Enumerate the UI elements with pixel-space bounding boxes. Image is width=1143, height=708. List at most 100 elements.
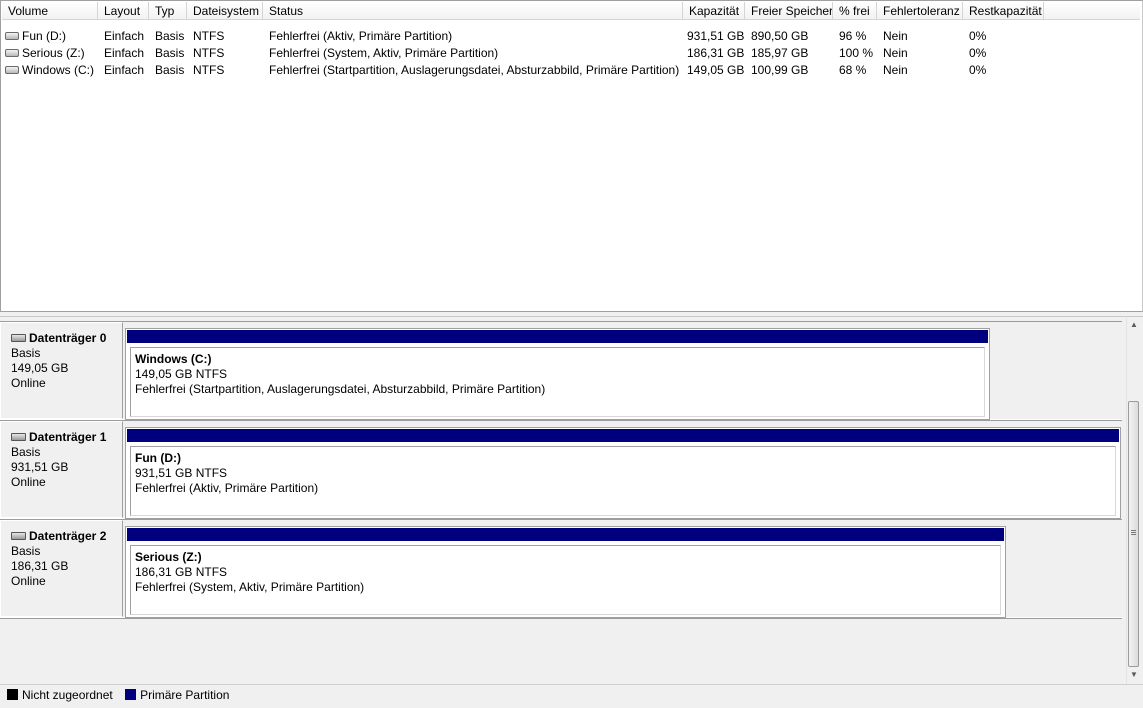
volume-row[interactable]: Fun (D:) Einfach Basis NTFS Fehlerfrei (… [2,28,1140,45]
capacity-cell: 149,05 GB [687,63,745,77]
volume-name: Fun (D:) [22,29,67,43]
volume-cell: Fun (D:) [5,28,98,45]
legend-label: Primäre Partition [140,688,230,702]
partition-details: Windows (C:) 149,05 GB NTFS Fehlerfrei (… [130,347,985,417]
disk-title: Datenträger 1 [29,430,107,444]
layout-cell: Einfach [104,63,145,77]
partition-size: 186,31 GB NTFS [135,565,228,579]
partition-details: Fun (D:) 931,51 GB NTFS Fehlerfrei (Akti… [130,446,1116,516]
disk-type: Basis [11,544,41,558]
disk-info[interactable]: Datenträger 2 Basis 186,31 GB Online [0,520,123,617]
fault-tolerance-cell: Nein [883,29,908,43]
disk-info[interactable]: Datenträger 1 Basis 931,51 GB Online [0,421,123,518]
disk-row-1[interactable]: Datenträger 1 Basis 931,51 GB Online Fun… [0,420,1122,519]
capacity-cell: 931,51 GB [687,29,745,43]
column-header-filesystem[interactable]: Dateisystem [187,2,263,20]
partition-size: 931,51 GB NTFS [135,466,228,480]
disk-state: Online [11,376,46,390]
status-cell: Fehlerfrei (System, Aktiv, Primäre Parti… [269,46,499,60]
status-cell: Fehlerfrei (Aktiv, Primäre Partition) [269,29,453,43]
column-header-status[interactable]: Status [263,2,683,20]
percent-free-cell: 96 % [839,29,867,43]
hard-disk-icon [11,531,26,540]
disk-size: 149,05 GB [11,361,69,375]
capacity-cell: 186,31 GB [687,46,745,60]
partition-name: Fun (D:) [135,451,181,465]
volume-name: Serious (Z:) [22,46,85,60]
volume-row[interactable]: Serious (Z:) Einfach Basis NTFS Fehlerfr… [2,45,1140,62]
disk-type: Basis [11,445,41,459]
scroll-up-icon[interactable]: ▲ [1127,318,1141,332]
legend: Nicht zugeordnet Primäre Partition [0,684,1143,708]
column-header-percent-free[interactable]: % frei [833,2,877,20]
type-cell: Basis [155,46,185,60]
grip-line [1131,532,1136,533]
column-header-overhead[interactable]: Restkapazität [963,2,1044,20]
overhead-cell: 0% [969,29,987,43]
column-header-capacity[interactable]: Kapazität [683,2,745,20]
disk-row-0[interactable]: Datenträger 0 Basis 149,05 GB Online Win… [0,321,1122,420]
disk-type: Basis [11,346,41,360]
partition-name: Serious (Z:) [135,550,202,564]
partition-serious[interactable]: Serious (Z:) 186,31 GB NTFS Fehlerfrei (… [125,526,1006,618]
disk-row-2[interactable]: Datenträger 2 Basis 186,31 GB Online Ser… [0,519,1122,618]
primary-partition-bar [127,429,1119,442]
disk-size: 931,51 GB [11,460,69,474]
column-header-layout[interactable]: Layout [98,2,149,20]
filesystem-cell: NTFS [193,63,225,77]
primary-partition-swatch [125,689,137,701]
legend-item-unallocated: Nicht zugeordnet [7,688,113,702]
overhead-cell: 0% [969,46,987,60]
volume-list[interactable]: Volume Layout Typ Dateisystem Status Kap… [0,0,1143,312]
partition-status: Fehlerfrei (System, Aktiv, Primäre Parti… [135,580,365,594]
column-header-free-space[interactable]: Freier Speicher [745,2,833,20]
divider [0,618,1122,619]
column-header-type[interactable]: Typ [149,2,187,20]
partition-status: Fehlerfrei (Aktiv, Primäre Partition) [135,481,319,495]
partition-fun[interactable]: Fun (D:) 931,51 GB NTFS Fehlerfrei (Akti… [125,427,1121,519]
drive-icon [5,48,19,57]
volume-list-header: Volume Layout Typ Dateisystem Status Kap… [2,2,1140,20]
layout-cell: Einfach [104,46,145,60]
volume-row[interactable]: Windows (C:) Einfach Basis NTFS Fehlerfr… [2,62,1140,79]
unallocated-swatch [7,689,18,701]
filesystem-cell: NTFS [193,29,225,43]
volume-name: Windows (C:) [22,63,95,77]
scroll-thumb[interactable] [1128,401,1139,667]
filesystem-cell: NTFS [193,46,225,60]
partition-size: 149,05 GB NTFS [135,367,228,381]
volume-cell: Serious (Z:) [5,45,98,62]
disk-map: Datenträger 0 Basis 149,05 GB Online Win… [0,317,1126,684]
legend-label: Nicht zugeordnet [22,688,113,702]
disk-title: Datenträger 0 [29,331,107,345]
fault-tolerance-cell: Nein [883,63,908,77]
column-header-fault-tolerance[interactable]: Fehlertoleranz [877,2,963,20]
status-cell: Fehlerfrei (Startpartition, Auslagerungs… [269,63,680,77]
free-space-cell: 185,97 GB [751,46,809,60]
disk-info[interactable]: Datenträger 0 Basis 149,05 GB Online [0,322,123,419]
hard-disk-icon [11,333,26,342]
disk-state: Online [11,574,46,588]
percent-free-cell: 100 % [839,46,874,60]
partition-details: Serious (Z:) 186,31 GB NTFS Fehlerfrei (… [130,545,1001,615]
free-space-cell: 100,99 GB [751,63,809,77]
fault-tolerance-cell: Nein [883,46,908,60]
grip-line [1131,530,1136,531]
partition-windows[interactable]: Windows (C:) 149,05 GB NTFS Fehlerfrei (… [125,328,990,420]
disk-state: Online [11,475,46,489]
free-space-cell: 890,50 GB [751,29,809,43]
layout-cell: Einfach [104,29,145,43]
primary-partition-bar [127,528,1004,541]
percent-free-cell: 68 % [839,63,867,77]
scroll-down-icon[interactable]: ▼ [1127,668,1141,682]
disk-size: 186,31 GB [11,559,69,573]
type-cell: Basis [155,29,185,43]
drive-icon [5,65,19,74]
legend-item-primary: Primäre Partition [125,688,229,702]
grip-line [1131,534,1136,535]
volume-cell: Windows (C:) [5,62,98,79]
disk-map-scrollbar[interactable]: ▲ ▼ [1126,317,1140,684]
column-header-volume[interactable]: Volume [2,2,98,20]
partition-name: Windows (C:) [135,352,212,366]
drive-icon [5,31,19,40]
